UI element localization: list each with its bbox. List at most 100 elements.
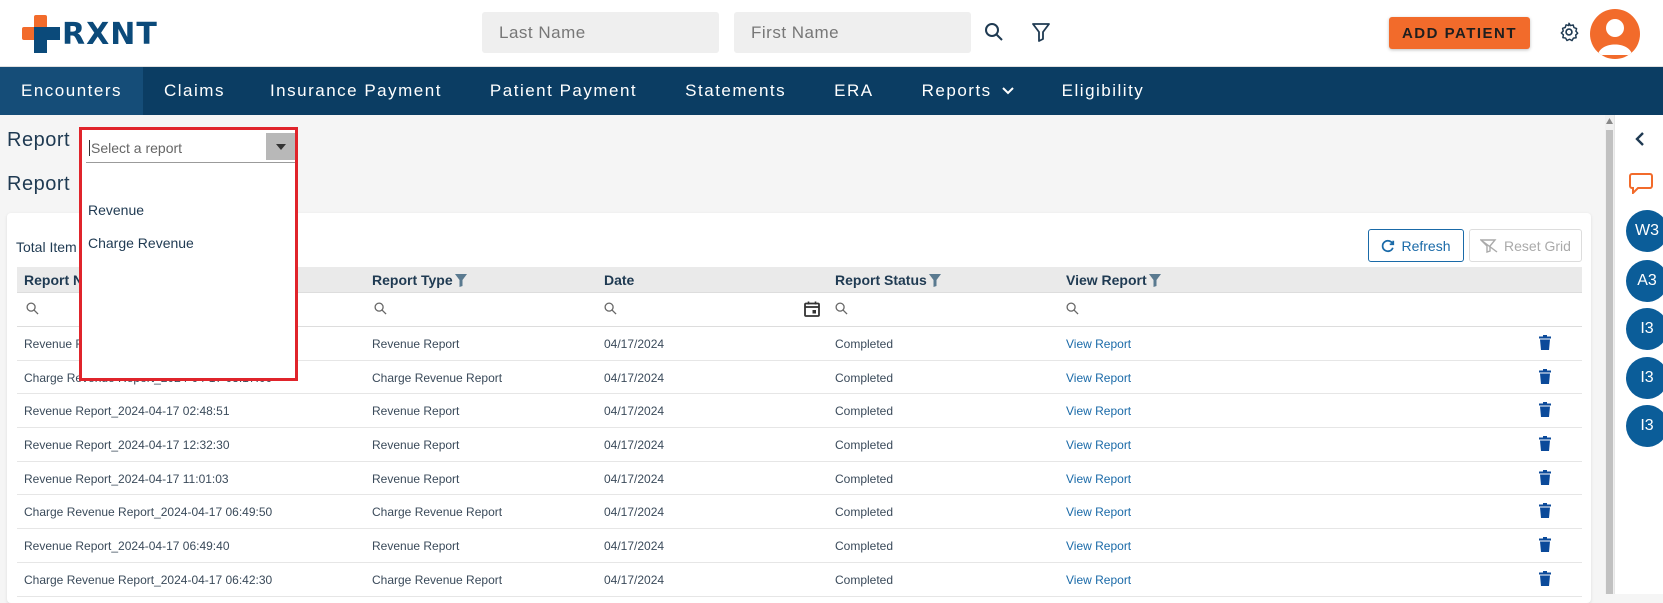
search-icon[interactable] xyxy=(984,22,1004,42)
calendar-icon[interactable] xyxy=(804,301,820,317)
scroll-up-icon[interactable] xyxy=(1606,118,1613,124)
vertical-scrollbar[interactable] xyxy=(1605,115,1614,594)
view-report-link[interactable]: View Report xyxy=(1066,472,1131,486)
trash-icon[interactable] xyxy=(1539,436,1551,452)
logo-text: RXNT xyxy=(62,16,158,52)
search-icon[interactable] xyxy=(26,302,39,315)
nav-era[interactable]: ERA xyxy=(810,67,897,115)
reset-grid-button[interactable]: Reset Grid xyxy=(1469,229,1582,262)
chat-icon[interactable] xyxy=(1629,172,1653,194)
column-filter-icon[interactable] xyxy=(1148,273,1161,287)
trash-icon[interactable] xyxy=(1539,469,1551,485)
nav-label: Claims xyxy=(164,81,225,100)
search-icon[interactable] xyxy=(1066,302,1079,315)
view-report-link[interactable]: View Report xyxy=(1066,438,1131,452)
nav-label: Patient Payment xyxy=(489,81,638,100)
rxnt-logo[interactable]: RXNT xyxy=(22,14,158,54)
rail-badge-i3[interactable]: I3 xyxy=(1626,405,1663,447)
cell-date: 04/17/2024 xyxy=(604,505,665,520)
first-name-input[interactable]: First Name xyxy=(734,12,971,53)
trash-icon[interactable] xyxy=(1539,570,1551,586)
nav-label: Encounters xyxy=(21,81,122,100)
cell-report-type: Revenue Report xyxy=(372,404,460,419)
view-report-link[interactable]: View Report xyxy=(1066,337,1131,351)
rail-badge-a3[interactable]: A3 xyxy=(1626,260,1663,302)
filter-icon[interactable] xyxy=(1032,22,1050,42)
col-view-report[interactable]: View Report xyxy=(1066,272,1161,288)
rxnt-cross-icon xyxy=(22,15,60,53)
cell-date: 04/17/2024 xyxy=(604,337,665,351)
report-dropdown[interactable]: Select a report Revenue Charge Revenue xyxy=(79,127,298,381)
add-patient-button[interactable]: ADD PATIENT xyxy=(1389,17,1530,49)
nav-statements[interactable]: Statements xyxy=(661,67,810,115)
clear-filter-icon xyxy=(1480,238,1498,253)
cell-status: Completed xyxy=(835,337,894,351)
col-report-status[interactable]: Report Status xyxy=(835,272,941,288)
nav-claims[interactable]: Claims xyxy=(143,67,246,115)
dropdown-option-revenue[interactable]: Revenue xyxy=(88,202,144,218)
trash-icon[interactable] xyxy=(1539,537,1551,553)
cell-report-type: Revenue Report xyxy=(372,337,460,351)
table-row[interactable]: Revenue Report_2024-04-17 06:49:40 Reven… xyxy=(17,529,1582,563)
main-content: Report Report Select a report Revenue Ch… xyxy=(0,115,1605,603)
main-nav: Encounters Claims Insurance Payment Pati… xyxy=(0,67,1663,115)
col-label: Report Status xyxy=(835,272,927,288)
view-report-link[interactable]: View Report xyxy=(1066,539,1131,553)
view-report-link[interactable]: View Report xyxy=(1066,404,1131,418)
user-icon xyxy=(1598,19,1632,55)
table-row[interactable]: Revenue Report_2024-04-17 11:01:03 Reven… xyxy=(17,462,1582,496)
chevron-left-icon[interactable] xyxy=(1635,132,1645,146)
dropdown-option-charge-revenue[interactable]: Charge Revenue xyxy=(88,235,194,251)
col-report-type[interactable]: Report Type xyxy=(372,272,467,288)
nav-reports[interactable]: Reports xyxy=(898,67,1038,115)
table-row[interactable]: Revenue Report_2024-04-17 12:32:30 Reven… xyxy=(17,428,1582,462)
nav-insurance-payment[interactable]: Insurance Payment xyxy=(246,67,466,115)
report-select-input[interactable]: Select a report xyxy=(86,133,295,163)
cell-report-name: Charge Revenue Report_2024-04-17 06:49:5… xyxy=(24,505,273,520)
search-icon[interactable] xyxy=(604,302,617,315)
view-report-link[interactable]: View Report xyxy=(1066,371,1131,385)
table-row[interactable]: Charge Revenue Report_2024-04-17 06:49:5… xyxy=(17,495,1582,530)
chevron-down-icon xyxy=(1001,87,1014,95)
cell-status: Completed xyxy=(835,572,894,587)
total-items-label: Total Item xyxy=(16,239,77,255)
cell-date: 04/17/2024 xyxy=(604,572,665,587)
col-label: View Report xyxy=(1066,272,1147,288)
user-avatar[interactable] xyxy=(1590,9,1640,59)
cell-date: 04/17/2024 xyxy=(604,370,665,385)
dropdown-toggle-button[interactable] xyxy=(266,133,295,160)
rail-badge-i3[interactable]: I3 xyxy=(1626,308,1663,350)
cell-status: Completed xyxy=(835,404,894,419)
col-date[interactable]: Date xyxy=(604,272,634,288)
table-row[interactable]: Charge Revenue Report_2024-04-17 06:42:3… xyxy=(17,563,1582,597)
table-row[interactable]: Revenue Report_2024-04-17 02:48:51 Reven… xyxy=(17,394,1582,429)
cell-report-name: Revenue Report_2024-04-17 11:01:03 xyxy=(24,471,229,486)
top-header: RXNT Last Name First Name ADD PATIENT xyxy=(0,0,1663,67)
trash-icon[interactable] xyxy=(1539,368,1551,384)
trash-icon[interactable] xyxy=(1539,335,1551,350)
cell-date: 04/17/2024 xyxy=(604,471,665,486)
last-name-input[interactable]: Last Name xyxy=(482,12,719,53)
cell-status: Completed xyxy=(835,471,894,486)
cell-status: Completed xyxy=(835,539,894,554)
scrollbar-thumb[interactable] xyxy=(1606,130,1613,594)
caret-down-icon xyxy=(275,143,286,150)
view-report-link[interactable]: View Report xyxy=(1066,505,1131,519)
nav-encounters[interactable]: Encounters xyxy=(0,67,143,115)
view-report-link[interactable]: View Report xyxy=(1066,573,1131,587)
cell-date: 04/17/2024 xyxy=(604,539,665,554)
rail-badge-w3[interactable]: W3 xyxy=(1626,210,1663,252)
rail-badge-i3[interactable]: I3 xyxy=(1626,357,1663,399)
gear-icon[interactable] xyxy=(1558,21,1580,43)
refresh-button[interactable]: Refresh xyxy=(1368,229,1464,262)
column-filter-icon[interactable] xyxy=(454,273,467,287)
search-icon[interactable] xyxy=(835,302,848,315)
nav-label: Insurance Payment xyxy=(269,81,442,100)
search-icon[interactable] xyxy=(374,302,387,315)
column-filter-icon[interactable] xyxy=(928,273,941,287)
nav-patient-payment[interactable]: Patient Payment xyxy=(466,67,661,115)
trash-icon[interactable] xyxy=(1539,402,1551,418)
nav-eligibility[interactable]: Eligibility xyxy=(1038,67,1169,115)
cell-date: 04/17/2024 xyxy=(604,438,665,453)
trash-icon[interactable] xyxy=(1539,503,1551,519)
